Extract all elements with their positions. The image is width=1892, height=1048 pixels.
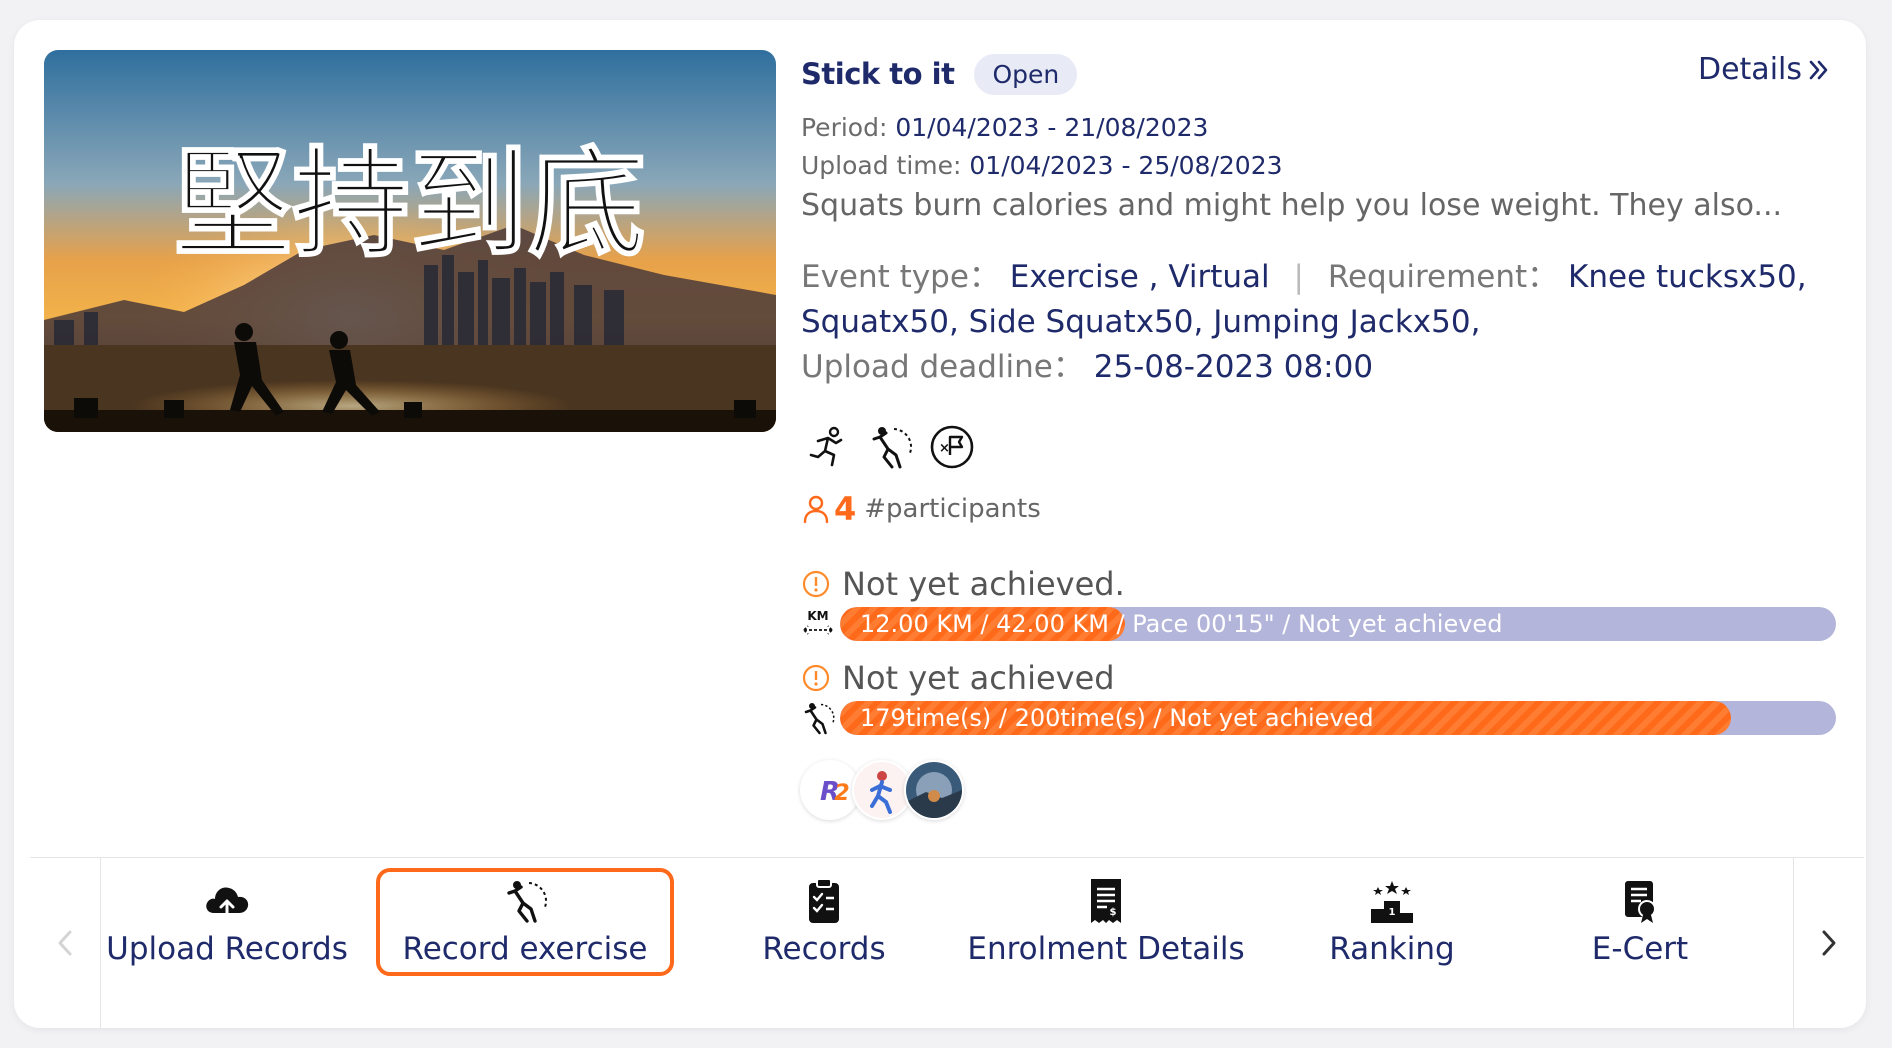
reps-progress-bar: 179time(s) / 200time(s) / Not yet achiev… — [840, 701, 1836, 735]
details-link[interactable]: Details — [1698, 52, 1832, 87]
tab-record-exercise[interactable]: Record exercise — [376, 868, 674, 976]
period-value: 01/04/2023 - 21/08/2023 — [895, 113, 1209, 142]
tab-enrolment-details-label: Enrolment Details — [967, 931, 1245, 967]
distance-progress-bar: 12.00 KM / 42.00 KM / Pace 00'15" / Not … — [840, 607, 1836, 641]
event-type-label: Event type： — [801, 259, 1000, 295]
requirement-value-2: Squatx50, Side Squatx50, Jumping Jackx50… — [801, 304, 1481, 340]
avatar[interactable]: R2 — [800, 760, 860, 820]
podium-icon: 1 — [1371, 881, 1413, 923]
action-tab-bar: Upload Records Record exercise Records $… — [30, 858, 1864, 1028]
svg-text:$: $ — [1110, 907, 1117, 918]
deadline-label: Upload deadline： — [801, 349, 1084, 385]
tab-record-exercise-label: Record exercise — [402, 931, 648, 967]
participants-count: 4 — [834, 490, 857, 528]
event-title-row: Stick to it Open — [801, 52, 1078, 96]
progress-status-text-2: Not yet achieved — [842, 659, 1115, 697]
certificate-icon — [1625, 881, 1656, 923]
warning-icon — [802, 664, 830, 692]
upload-time-label: Upload time: — [801, 151, 962, 180]
event-banner-image[interactable]: 堅持到底 — [44, 50, 776, 432]
event-title: Stick to it — [801, 57, 955, 91]
svg-text:1: 1 — [1389, 907, 1396, 918]
sport-icons: × — [804, 423, 976, 471]
R2-logo-avatar: R2 — [802, 762, 858, 818]
requirement-value-1: Knee tucksx50, — [1568, 259, 1807, 295]
tab-ranking-label: Ranking — [1329, 931, 1455, 967]
banner-calligraphy: 堅持到底 — [174, 134, 646, 273]
tab-upload-records[interactable]: Upload Records — [106, 868, 348, 976]
squat-exercise-icon — [507, 881, 548, 923]
chevron-right-icon — [1822, 930, 1836, 956]
landscape-avatar — [906, 762, 962, 818]
svg-text:KM: KM — [807, 609, 828, 623]
person-icon — [803, 495, 829, 524]
event-description: Squats burn calories and might help you … — [801, 188, 1783, 223]
avatar[interactable] — [852, 760, 912, 820]
avatar[interactable] — [904, 760, 964, 820]
squat-exercise-icon — [872, 427, 913, 469]
previous-button[interactable] — [30, 858, 101, 1028]
runner-avatar — [854, 762, 910, 818]
progress-status-1: Not yet achieved. — [802, 565, 1125, 603]
info-separator: | — [1293, 259, 1304, 295]
deadline-value: 25-08-2023 08:00 — [1093, 349, 1374, 385]
progress-status-2: Not yet achieved — [802, 659, 1115, 697]
squat-exercise-icon — [804, 703, 835, 735]
status-badge: Open — [974, 53, 1078, 95]
svg-text:2: 2 — [834, 781, 849, 806]
tab-e-cert[interactable]: E-Cert — [1540, 868, 1740, 976]
tab-upload-records-label: Upload Records — [106, 931, 348, 967]
cloud-upload-icon — [206, 887, 249, 921]
warning-icon — [802, 570, 830, 598]
progress-bar-row-1: KM 12.00 KM / 42.00 KM / Pace 00'15" / N… — [800, 606, 1836, 642]
upload-time-row: Upload time: 01/04/2023 - 25/08/2023 — [801, 151, 1283, 180]
receipt-icon: $ — [1091, 879, 1121, 923]
double-chevron-right-icon — [1809, 60, 1828, 79]
distance-progress-text: 12.00 KM / 42.00 KM / Pace 00'15" / Not … — [860, 610, 1503, 638]
svg-text:×: × — [939, 441, 950, 456]
tab-records[interactable]: Records — [720, 868, 928, 976]
participants-row[interactable]: 4 #participants — [802, 490, 1041, 528]
progress-bar-row-2: 179time(s) / 200time(s) / Not yet achiev… — [800, 700, 1836, 736]
tab-ranking[interactable]: 1 Ranking — [1292, 868, 1492, 976]
progress-status-text-1: Not yet achieved. — [842, 565, 1125, 603]
requirement-label: Requirement： — [1327, 259, 1559, 295]
tab-enrolment-details[interactable]: $ Enrolment Details — [946, 868, 1266, 976]
km-distance-icon: KM — [803, 609, 833, 635]
no-flag-icon: × — [930, 425, 974, 469]
tab-e-cert-label: E-Cert — [1591, 931, 1689, 967]
next-button[interactable] — [1793, 858, 1864, 1028]
running-icon — [809, 426, 843, 467]
period-row: Period: 01/04/2023 - 21/08/2023 — [801, 113, 1208, 142]
participant-avatars[interactable]: R2 — [800, 760, 964, 820]
participants-label: #participants — [864, 494, 1041, 524]
tab-records-label: Records — [762, 931, 886, 967]
reps-progress-text: 179time(s) / 200time(s) / Not yet achiev… — [860, 704, 1374, 732]
event-type-value: Exercise , Virtual — [1009, 259, 1270, 295]
upload-time-value: 01/04/2023 - 25/08/2023 — [969, 151, 1283, 180]
clipboard-check-icon — [809, 878, 839, 923]
details-label: Details — [1697, 52, 1802, 87]
event-info: Event type： Exercise , Virtual | Require… — [801, 255, 1811, 390]
chevron-left-icon — [58, 930, 72, 956]
period-label: Period: — [801, 113, 888, 142]
